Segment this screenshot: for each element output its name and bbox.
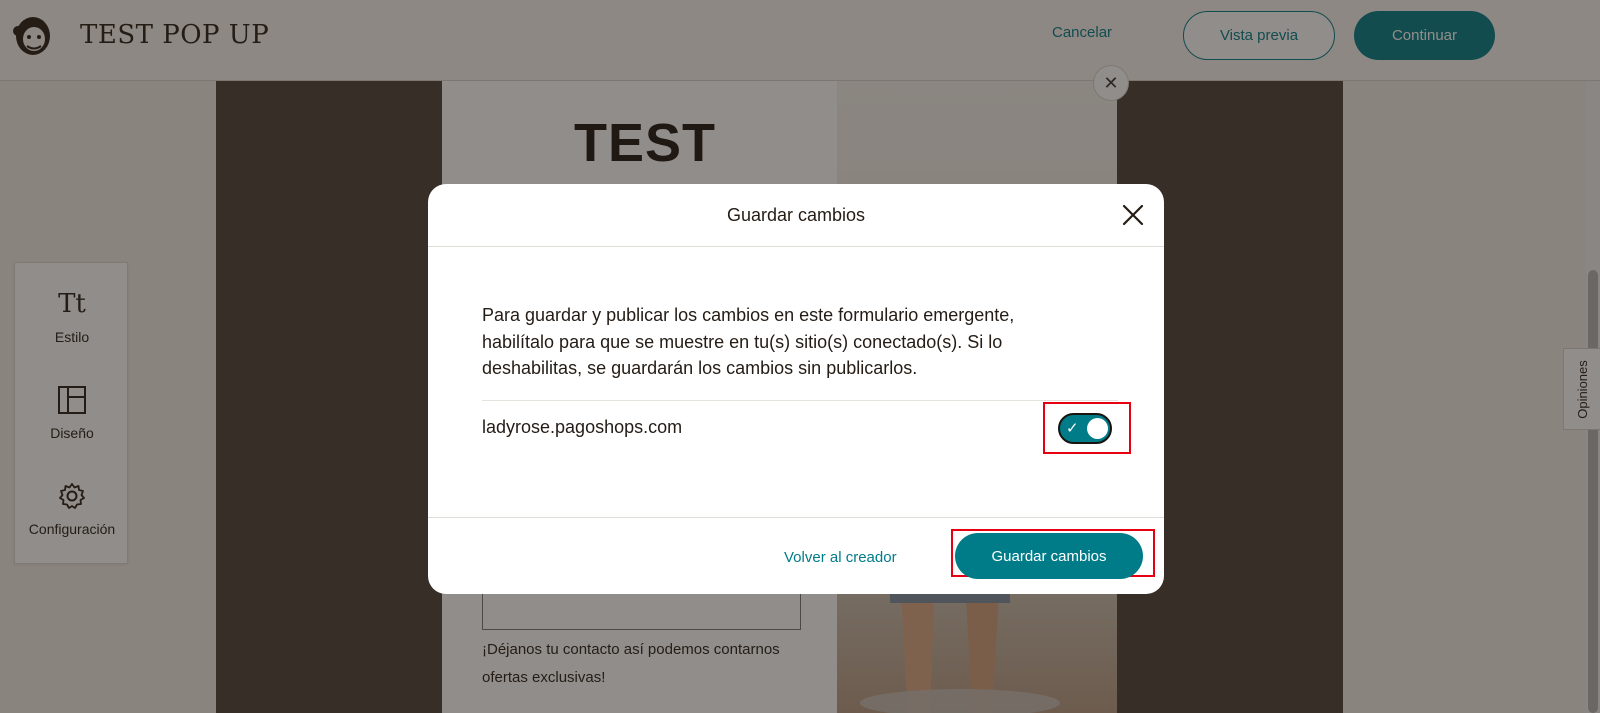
divider (482, 400, 1118, 401)
modal-footer: Volver al creador Guardar cambios (428, 517, 1164, 594)
modal-header: Guardar cambios (428, 184, 1164, 247)
toggle-knob (1087, 418, 1108, 439)
modal-title: Guardar cambios (726, 205, 866, 225)
connected-site-label: ladyrose.pagoshops.com (482, 417, 683, 437)
save-changes-button[interactable]: Guardar cambios (955, 533, 1143, 579)
close-icon[interactable] (1120, 202, 1146, 228)
modal-description: Para guardar y publicar los cambios en e… (482, 305, 1015, 378)
save-changes-modal: Guardar cambios Para guardar y publicar … (428, 184, 1164, 594)
publish-toggle[interactable]: ✓ (1058, 413, 1112, 444)
checkmark-icon: ✓ (1066, 420, 1079, 437)
back-to-builder-link[interactable]: Volver al creador (784, 549, 897, 566)
